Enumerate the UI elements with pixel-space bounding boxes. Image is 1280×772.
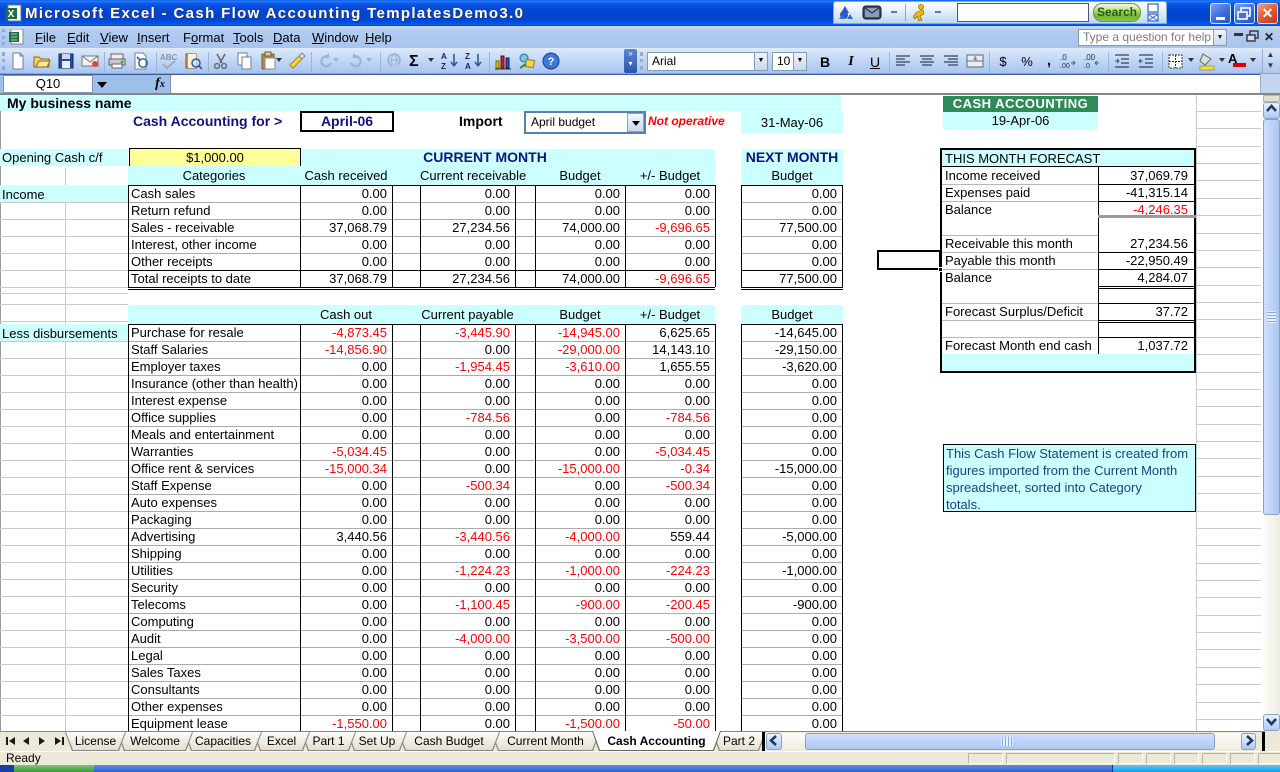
svg-text:Z: Z	[465, 52, 470, 61]
svg-text:X: X	[8, 9, 15, 20]
svg-text:.0: .0	[1084, 63, 1090, 70]
svg-text:A: A	[465, 62, 471, 71]
svg-text:.0: .0	[1060, 53, 1067, 62]
svg-text:ABC: ABC	[160, 53, 178, 62]
svg-text:A: A	[441, 52, 447, 61]
svg-text:.00: .00	[1060, 63, 1070, 70]
svg-text:.00: .00	[1084, 53, 1096, 62]
svg-text:?: ?	[548, 56, 555, 68]
svg-text:Z: Z	[441, 62, 446, 71]
